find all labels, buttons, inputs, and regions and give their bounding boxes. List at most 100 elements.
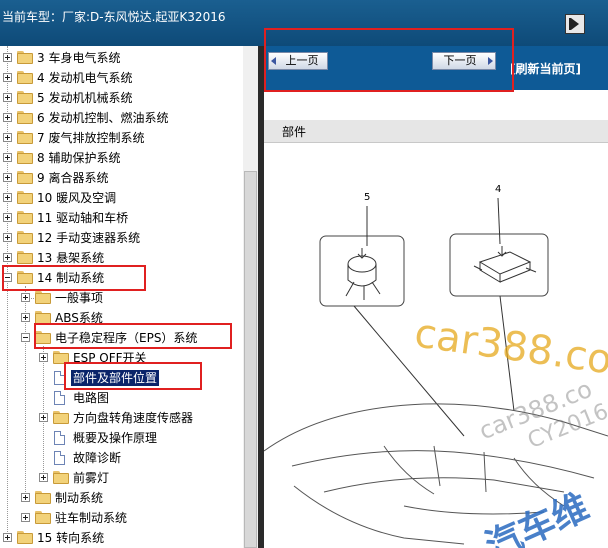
tree-item-label: 一般事项 [55,291,104,305]
tree-item-steering-angle-sensor[interactable]: 方向盘转角速度传感器 [0,408,240,428]
expand-plus-icon[interactable] [39,353,48,362]
tree-item-suspension[interactable]: 13 悬架系统 [0,248,240,268]
callout-box-sensor [449,233,549,297]
folder-open-icon [35,331,51,344]
tree-item-label: 概要及操作原理 [73,431,158,445]
folder-icon [17,251,33,264]
prev-page-label: 上一页 [285,54,319,67]
tree-scrollbar-thumb[interactable] [244,171,257,548]
tree-item-label: 10 暖风及空调 [37,191,117,205]
tree-item-restraint[interactable]: 8 辅助保护系统 [0,148,240,168]
folder-icon [17,531,33,544]
folder-icon [17,71,33,84]
expand-plus-icon[interactable] [21,493,30,502]
component-diagram: 5 4 car388.co car388.co CY2016 汽车维 [264,146,608,548]
tree-item-engine-mechanical[interactable]: 5 发动机机械系统 [0,88,240,108]
tree-item-esp-system[interactable]: 电子稳定程序（EPS）系统 [0,328,240,348]
current-model-title: 当前车型：厂家:D-东风悦达.起亚K32016 [2,10,226,24]
tree-item-brake-system[interactable]: 14 制动系统 [0,268,240,288]
expand-plus-icon[interactable] [21,293,30,302]
tree-item-general[interactable]: 一般事项 [0,288,240,308]
tree-item-label: 6 发动机控制、燃油系统 [37,111,169,125]
folder-icon [17,151,33,164]
collapse-minus-icon[interactable] [21,333,30,342]
tree-item-front-fog-lamp[interactable]: 前雾灯 [0,468,240,488]
expand-plus-icon[interactable] [21,313,30,322]
tree-item-manual-transmission[interactable]: 12 手动变速器系统 [0,228,240,248]
tree-item-label: 12 手动变速器系统 [37,231,141,245]
expand-plus-icon[interactable] [3,213,12,222]
folder-icon [17,231,33,244]
refresh-page-link[interactable]: [刷新当前页] [510,60,581,77]
tree-item-abs[interactable]: ABS系统 [0,308,240,328]
expand-plus-icon[interactable] [3,533,12,542]
tree-item-emission-control[interactable]: 7 废气排放控制系统 [0,128,240,148]
navigation-tree: 3 车身电气系统 4 发动机电气系统 5 发动机机械系统 6 发动机控制、燃油系… [0,46,258,548]
tree-item-label: 15 转向系统 [37,531,105,545]
tree-item-engine-electrical[interactable]: 4 发动机电气系统 [0,68,240,88]
tree-item-esp-off-switch[interactable]: ESP OFF开关 [0,348,240,368]
document-icon [54,371,65,385]
tree-scrollbar[interactable] [243,46,258,548]
folder-icon [17,131,33,144]
tree-item-label-selected: 部件及部件位置 [71,370,160,386]
tree-item-label: 方向盘转角速度传感器 [73,411,194,425]
next-page-button[interactable]: 下一页 [432,52,496,70]
collapse-toggle-button[interactable] [565,14,585,34]
content-pane: 上一页 下一页 [刷新当前页] 部件 5 4 car388.co car388.… [264,46,608,548]
tree-item-circuit-diagram[interactable]: 电路图 [0,388,240,408]
folder-icon [35,311,51,324]
tree-item-parking-brake[interactable]: 驻车制动系统 [0,508,240,528]
tree-item-label: 5 发动机机械系统 [37,91,133,105]
collapse-minus-icon[interactable] [3,273,12,282]
folder-icon [17,91,33,104]
document-icon [54,431,65,445]
expand-plus-icon[interactable] [3,73,12,82]
tree-item-label: 故障诊断 [73,451,122,465]
tree-item-clutch[interactable]: 9 离合器系统 [0,168,240,188]
tree-item-label: ESP OFF开关 [73,351,147,365]
expand-plus-icon[interactable] [3,133,12,142]
tree-item-label: 8 辅助保护系统 [37,151,121,165]
expand-plus-icon[interactable] [3,113,12,122]
tree-item-label: 9 离合器系统 [37,171,109,185]
tree-item-components-location[interactable]: 部件及部件位置 [0,368,240,388]
tree-item-hvac[interactable]: 10 暖风及空调 [0,188,240,208]
prev-page-button[interactable]: 上一页 [268,52,328,70]
expand-plus-icon[interactable] [3,173,12,182]
document-icon [54,391,65,405]
tree-item-driveshaft-axle[interactable]: 11 驱动轴和车桥 [0,208,240,228]
expand-plus-icon[interactable] [3,253,12,262]
folder-icon [17,171,33,184]
tree-item-troubleshooting[interactable]: 故障诊断 [0,448,240,468]
expand-plus-icon[interactable] [3,93,12,102]
folder-icon [35,511,51,524]
title-bar: 当前车型：厂家:D-东风悦达.起亚K32016 [0,0,608,46]
tree-item-overview-operation[interactable]: 概要及操作原理 [0,428,240,448]
tree-item-label: 3 车身电气系统 [37,51,121,65]
callout-box-esp-module [319,235,405,307]
play-arrow-icon [571,18,579,30]
section-header: 部件 [264,120,608,143]
callout-number-5: 5 [364,192,370,203]
folder-icon [17,51,33,64]
folder-icon [53,411,69,424]
tree-item-label: 4 发动机电气系统 [37,71,133,85]
document-icon [54,451,65,465]
expand-plus-icon[interactable] [3,153,12,162]
expand-plus-icon[interactable] [3,193,12,202]
tree-item-brake[interactable]: 制动系统 [0,488,240,508]
arrow-left-icon [271,57,276,65]
tree-item-engine-control-fuel[interactable]: 6 发动机控制、燃油系统 [0,108,240,128]
tree-item-steering[interactable]: 15 转向系统 [0,528,240,548]
tree-item-body-electrical[interactable]: 3 车身电气系统 [0,48,240,68]
expand-plus-icon[interactable] [39,473,48,482]
section-title: 部件 [282,125,307,139]
expand-plus-icon[interactable] [21,513,30,522]
expand-plus-icon[interactable] [39,413,48,422]
folder-icon [17,191,33,204]
expand-plus-icon[interactable] [3,53,12,62]
tree-item-label: 制动系统 [55,491,104,505]
expand-plus-icon[interactable] [3,233,12,242]
tree-item-label: ABS系统 [55,311,103,325]
